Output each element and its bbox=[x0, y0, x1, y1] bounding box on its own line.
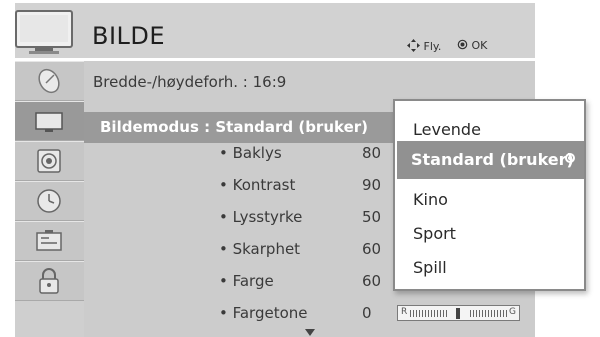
scroll-down-arrow-icon[interactable] bbox=[305, 329, 315, 336]
options-icon bbox=[36, 230, 62, 251]
move-hint-label: Fly. bbox=[423, 40, 442, 53]
setting-label-tint: • Fargetone bbox=[219, 304, 308, 322]
dropdown-option-levende[interactable]: Levende bbox=[413, 120, 481, 139]
dropdown-option-spill[interactable]: Spill bbox=[413, 258, 447, 277]
setting-value-contrast: 90 bbox=[362, 176, 382, 194]
tv-menu-screen: BILDE Fly. OK Bredde-/høydeforh.: 16:9 … bbox=[0, 0, 600, 337]
tv-icon bbox=[15, 10, 73, 54]
setting-value-brightness: 50 bbox=[362, 208, 382, 226]
lock-icon bbox=[39, 268, 59, 294]
sidebar bbox=[15, 61, 84, 337]
tint-left-label: R bbox=[401, 307, 408, 317]
setting-value-backlight: 80 bbox=[362, 144, 382, 162]
satellite-dish-icon bbox=[38, 68, 60, 94]
tint-slider-handle[interactable] bbox=[456, 308, 460, 319]
ok-button-icon bbox=[457, 39, 468, 50]
setting-label-backlight: • Baklys bbox=[219, 144, 282, 162]
selected-radio-icon bbox=[565, 153, 575, 163]
dropdown-option-standard-label: Standard (bruker) bbox=[411, 150, 574, 169]
dropdown-option-kino[interactable]: Kino bbox=[413, 190, 448, 209]
dropdown-option-sport[interactable]: Sport bbox=[413, 224, 456, 243]
setting-value-tint: 0 bbox=[362, 304, 372, 322]
page-title: BILDE bbox=[92, 22, 166, 50]
ok-hint-label: OK bbox=[471, 39, 488, 52]
clock-icon bbox=[37, 189, 61, 213]
setting-value-sharpness: 60 bbox=[362, 240, 382, 258]
tint-ticks-right bbox=[470, 310, 508, 317]
sidebar-item-channel[interactable] bbox=[15, 61, 84, 101]
speaker-icon bbox=[37, 149, 61, 173]
navigate-hint: Fly. bbox=[407, 39, 441, 53]
picture-mode-item[interactable]: Bildemodus : Standard (bruker) bbox=[84, 112, 394, 143]
tv-picture-icon bbox=[35, 112, 63, 132]
sidebar-item-picture[interactable] bbox=[15, 101, 84, 141]
dropdown-option-standard[interactable]: Standard (bruker) bbox=[397, 141, 584, 179]
sidebar-item-lock[interactable] bbox=[15, 261, 84, 301]
picture-mode-label: Bildemodus : Standard (bruker) bbox=[100, 118, 369, 136]
setting-label-sharpness: • Skarphet bbox=[219, 240, 301, 258]
setting-value-color: 60 bbox=[362, 272, 382, 290]
setting-label-color: • Farge bbox=[219, 272, 274, 290]
ok-hint: OK bbox=[457, 39, 487, 52]
move-arrows-icon bbox=[407, 39, 420, 52]
setting-label-brightness: • Lysstyrke bbox=[219, 208, 303, 226]
tint-ticks-left bbox=[410, 310, 448, 317]
sidebar-item-time[interactable] bbox=[15, 181, 84, 221]
sidebar-item-audio[interactable] bbox=[15, 141, 84, 181]
picture-mode-dropdown: Levende Standard (bruker) Kino Sport Spi… bbox=[393, 99, 586, 291]
aspect-ratio-item[interactable]: Bredde-/høydeforh. : 16:9 bbox=[93, 73, 286, 91]
tint-right-label: G bbox=[509, 307, 516, 317]
tint-slider[interactable]: R G bbox=[397, 305, 520, 321]
sidebar-item-options[interactable] bbox=[15, 221, 84, 261]
setting-label-contrast: • Kontrast bbox=[219, 176, 296, 194]
